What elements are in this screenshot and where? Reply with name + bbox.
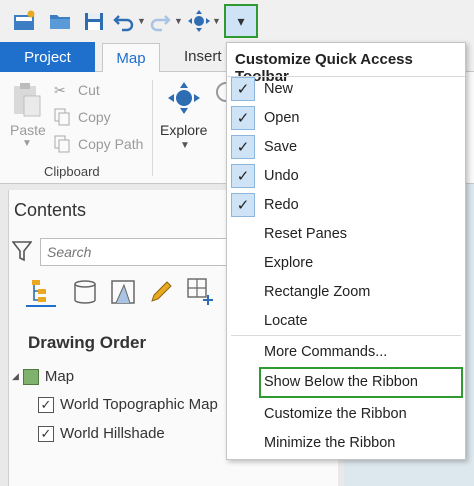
customize-qat-menu: Customize Quick Access Toolbar ✓ New ✓ O…: [226, 42, 466, 460]
open-icon[interactable]: [46, 8, 74, 34]
layer-label: World Hillshade: [60, 425, 165, 442]
explore-button[interactable]: Explore: [160, 122, 207, 138]
show-below-ribbon-highlight: [259, 367, 463, 398]
menu-item-redo[interactable]: ✓ Redo: [227, 191, 465, 220]
menu-item-undo[interactable]: ✓ Undo: [227, 162, 465, 191]
explore-dropdown-icon[interactable]: ▼: [180, 140, 190, 151]
tab-map[interactable]: Map: [102, 43, 160, 73]
menu-divider: [231, 335, 461, 336]
undo-dropdown-icon[interactable]: ▼: [137, 16, 146, 26]
customize-glyph: ▾: [237, 12, 245, 29]
paste-icon[interactable]: [12, 82, 42, 121]
clipboard-group-label: Clipboard: [44, 164, 100, 179]
filter-icon[interactable]: [11, 240, 33, 267]
menu-item-open[interactable]: ✓ Open: [227, 104, 465, 133]
menu-item-label: New: [264, 81, 294, 97]
menu-item-label: Open: [264, 110, 300, 126]
redo-icon[interactable]: [148, 8, 172, 34]
check-icon: ✓: [231, 135, 255, 159]
menu-item-rectangle-zoom[interactable]: Rectangle Zoom: [227, 278, 465, 307]
menu-item-reset-panes[interactable]: Reset Panes: [227, 220, 465, 249]
menu-item-explore[interactable]: Explore: [227, 249, 465, 278]
check-icon: ✓: [231, 164, 255, 188]
menu-item-label: Redo: [264, 197, 299, 213]
cut-icon[interactable]: ✂: [54, 82, 66, 99]
layer-checkbox[interactable]: ✓: [38, 396, 54, 413]
map-label: Map: [44, 368, 75, 385]
copy-path-button[interactable]: Copy Path: [78, 136, 143, 152]
globe-icon[interactable]: [214, 80, 236, 107]
layer-checkbox[interactable]: ✓: [38, 425, 54, 442]
menu-item-label: Locate: [264, 313, 308, 329]
copy-button[interactable]: Copy: [78, 109, 111, 125]
data-source-icon[interactable]: [72, 279, 98, 310]
group-divider: [152, 80, 153, 176]
copy-path-icon[interactable]: [54, 135, 70, 156]
active-tab-indicator: [26, 305, 56, 307]
quick-access-toolbar: ▼ ▼ ▼ ▾: [0, 0, 474, 40]
paste-dropdown-icon[interactable]: ▼: [22, 138, 32, 149]
menu-item-more-commands[interactable]: More Commands...: [227, 338, 465, 367]
check-icon: ✓: [231, 77, 255, 101]
menu-item-locate[interactable]: Locate: [227, 307, 465, 336]
explore-dropdown-icon[interactable]: ▼: [212, 16, 221, 26]
new-icon[interactable]: [10, 8, 38, 34]
save-icon[interactable]: [80, 8, 108, 34]
menu-item-label: Save: [264, 139, 298, 155]
contents-title: Contents: [14, 200, 87, 220]
explore-icon[interactable]: [186, 8, 212, 34]
menu-item-new[interactable]: ✓ New: [227, 75, 465, 104]
menu-item-label: Minimize the Ribbon: [264, 435, 396, 451]
menu-item-minimize-ribbon[interactable]: Minimize the Ribbon: [227, 429, 465, 458]
menu-item-label: Explore: [264, 255, 314, 271]
map-icon: [22, 368, 39, 385]
menu-item-customize-ribbon[interactable]: Customize the Ribbon: [227, 400, 465, 429]
menu-item-label: Rectangle Zoom: [264, 284, 371, 300]
map-tree-item[interactable]: ◢ Map: [12, 368, 74, 385]
paste-button[interactable]: Paste: [10, 122, 46, 138]
snapping-icon[interactable]: [186, 277, 216, 312]
menu-item-label: Reset Panes: [264, 226, 348, 242]
check-icon: ✓: [231, 193, 255, 217]
editing-icon[interactable]: [148, 279, 174, 310]
menu-item-label: More Commands...: [264, 344, 388, 360]
menu-item-label: Customize the Ribbon: [264, 406, 407, 422]
cut-button[interactable]: Cut: [78, 82, 100, 98]
menu-item-save[interactable]: ✓ Save: [227, 133, 465, 162]
explore-large-icon[interactable]: [166, 80, 202, 119]
layer-label: World Topographic Map: [60, 396, 218, 413]
layer-item[interactable]: ✓ World Topographic Map: [38, 396, 218, 413]
selection-icon[interactable]: [110, 279, 136, 310]
redo-dropdown-icon[interactable]: ▼: [174, 16, 183, 26]
collapse-icon[interactable]: ◢: [12, 371, 19, 382]
undo-icon[interactable]: [112, 8, 136, 34]
check-icon: ✓: [231, 106, 255, 130]
layer-item[interactable]: ✓ World Hillshade: [38, 425, 165, 442]
tab-project[interactable]: Project: [0, 42, 95, 72]
customize-dropdown-icon[interactable]: ▾: [224, 4, 258, 38]
menu-item-label: Undo: [264, 168, 299, 184]
copy-icon[interactable]: [54, 108, 70, 129]
tab-insert[interactable]: Insert: [184, 48, 222, 65]
search-input[interactable]: [40, 238, 240, 266]
drawing-order-heading: Drawing Order: [28, 333, 147, 352]
